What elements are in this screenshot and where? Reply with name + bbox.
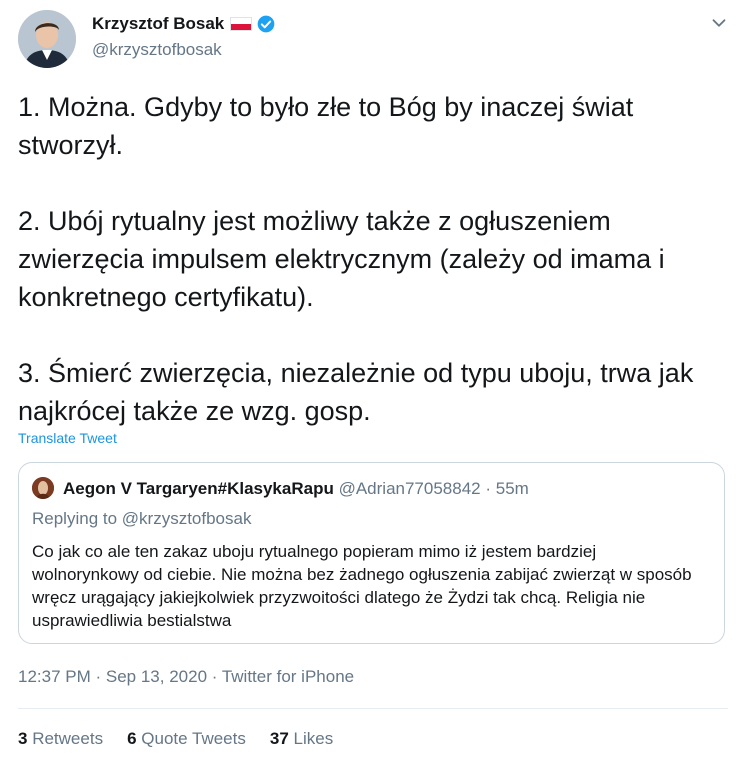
tweet-paragraph: 1. Można. Gdyby to było złe to Bóg by in…: [18, 92, 634, 160]
tweet-paragraph: 3. Śmierć zwierzęcia, niezależnie od typ…: [18, 358, 694, 426]
quote-tweets-label: Quote Tweets: [141, 729, 246, 748]
chevron-down-icon[interactable]: [708, 12, 730, 34]
likes-count: 37: [269, 729, 289, 748]
polish-flag-icon: [230, 17, 253, 31]
quote-tweets-count: 6: [127, 729, 137, 748]
tweet-paragraph: 2. Ubój rytualny jest możliwy także z og…: [18, 206, 665, 312]
avatar[interactable]: [18, 10, 76, 68]
author-name-row: Krzysztof Bosak: [92, 14, 276, 34]
likes-stat[interactable]: 37 Likes: [270, 729, 333, 749]
likes-label: Likes: [293, 729, 334, 748]
quote-tweets-stat[interactable]: 6 Quote Tweets: [127, 729, 246, 749]
tweet-card: Krzysztof Bosak @krzysztofbosak 1. Można…: [0, 0, 744, 762]
tweet-text: 1. Można. Gdyby to było złe to Bóg by in…: [18, 88, 730, 468]
quoted-replying-to: Replying to @krzysztofbosak: [32, 509, 252, 528]
retweets-count: 3: [18, 729, 28, 748]
author-display-name[interactable]: Krzysztof Bosak: [92, 14, 224, 34]
quoted-time: · 55m: [485, 479, 529, 498]
quoted-tweet[interactable]: Aegon V Targaryen#KlasykaRapu @Adrian770…: [18, 462, 725, 644]
quoted-header: Aegon V Targaryen#KlasykaRapu @Adrian770…: [63, 479, 529, 499]
retweets-stat[interactable]: 3 Retweets: [18, 729, 103, 749]
verified-badge-icon: [257, 15, 275, 33]
author-handle[interactable]: @krzysztofbosak: [92, 40, 222, 60]
quoted-display-name: Aegon V Targaryen#KlasykaRapu: [63, 479, 334, 498]
retweets-label: Retweets: [32, 729, 104, 748]
divider: [18, 708, 728, 709]
quoted-handle: @Adrian77058842: [338, 479, 481, 498]
tweet-timestamp[interactable]: 12:37 PM · Sep 13, 2020 · Twitter for iP…: [18, 667, 354, 687]
engagement-stats: 3 Retweets 6 Quote Tweets 37 Likes: [18, 729, 357, 749]
quoted-text: Co jak co ale ten zakaz uboju rytualnego…: [32, 542, 692, 630]
avatar-image: [18, 10, 76, 68]
quoted-avatar-image: [32, 477, 54, 499]
quoted-avatar: [32, 477, 54, 499]
translate-tweet-link[interactable]: Translate Tweet: [18, 430, 117, 446]
